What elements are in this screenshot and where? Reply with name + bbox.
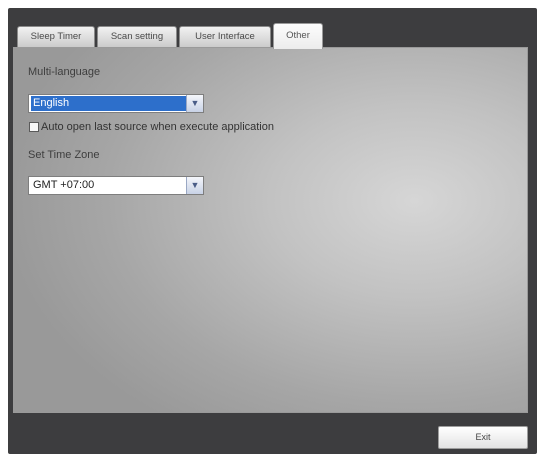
time-zone-label: Set Time Zone [28, 149, 100, 161]
exit-button[interactable]: Exit [438, 426, 528, 449]
chevron-down-icon[interactable]: ▼ [186, 177, 203, 194]
tab-sleep-timer[interactable]: Sleep Timer [17, 26, 95, 48]
chevron-down-icon[interactable]: ▼ [186, 95, 203, 112]
tab-user-interface[interactable]: User Interface [179, 26, 271, 48]
time-zone-select[interactable]: GMT +07:00 ▼ [28, 176, 204, 195]
tab-scan-setting[interactable]: Scan setting [97, 26, 177, 48]
tab-other[interactable]: Other [273, 23, 323, 49]
auto-open-checkbox[interactable] [29, 122, 39, 132]
time-zone-select-value: GMT +07:00 [33, 179, 95, 191]
language-select[interactable]: English ▼ [28, 94, 204, 113]
auto-open-label: Auto open last source when execute appli… [41, 121, 274, 133]
language-select-value: English [31, 96, 186, 111]
multi-language-label: Multi-language [28, 66, 101, 78]
